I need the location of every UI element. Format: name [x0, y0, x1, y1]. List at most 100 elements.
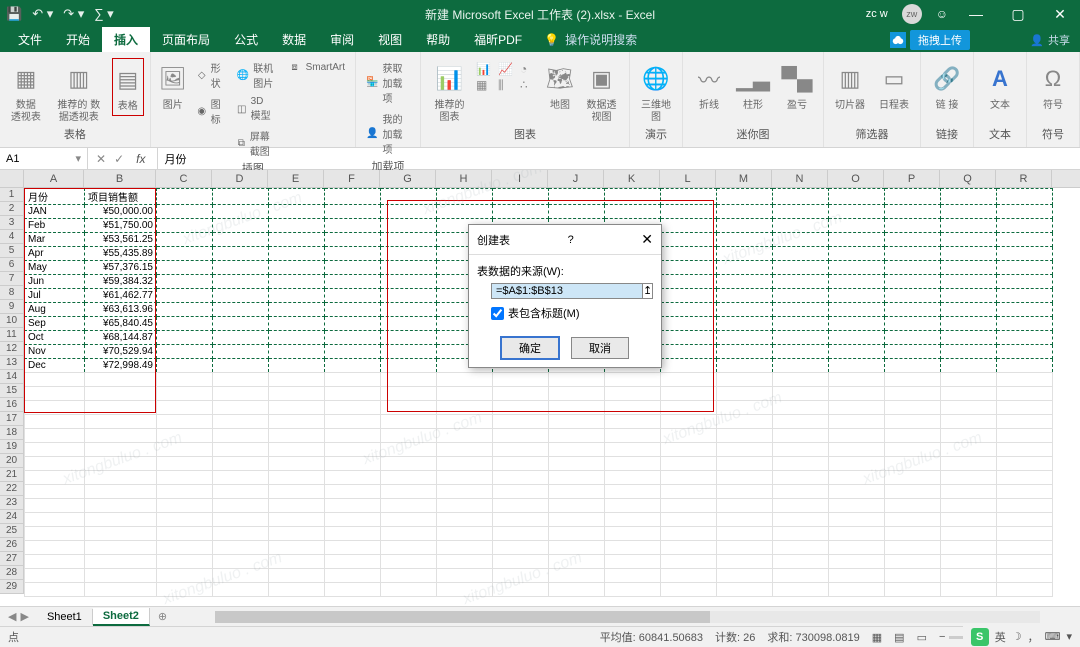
- chart-pie-icon[interactable]: ◔: [520, 62, 540, 76]
- cell[interactable]: [717, 261, 773, 275]
- cell[interactable]: [885, 205, 941, 219]
- cell[interactable]: [773, 359, 829, 373]
- row-headers[interactable]: 1234567891011121314151617181920212223242…: [0, 188, 24, 594]
- cell[interactable]: 月份: [25, 189, 85, 205]
- cell[interactable]: [85, 485, 157, 499]
- chart-line-icon[interactable]: 📈: [498, 62, 518, 76]
- cell[interactable]: ¥53,561.25: [85, 233, 157, 247]
- cell[interactable]: [85, 429, 157, 443]
- cell[interactable]: [717, 513, 773, 527]
- cell[interactable]: [381, 189, 437, 205]
- row-header[interactable]: 20: [0, 454, 24, 468]
- cell[interactable]: [157, 569, 213, 583]
- cell[interactable]: [25, 471, 85, 485]
- undo-icon[interactable]: ↶ ▾: [32, 6, 53, 22]
- icons-button[interactable]: ◉图标: [193, 94, 229, 128]
- cell[interactable]: [605, 457, 661, 471]
- cell[interactable]: [829, 457, 885, 471]
- cell[interactable]: [941, 275, 997, 289]
- table-button[interactable]: ▤表格: [112, 58, 144, 116]
- tab-home[interactable]: 开始: [54, 27, 102, 52]
- cell[interactable]: [157, 275, 213, 289]
- cell[interactable]: [213, 541, 269, 555]
- cell[interactable]: [661, 415, 717, 429]
- horizontal-scrollbar[interactable]: [175, 611, 1080, 623]
- cell[interactable]: [605, 205, 661, 219]
- cell[interactable]: [213, 233, 269, 247]
- cell[interactable]: [941, 555, 997, 569]
- cell[interactable]: [381, 415, 437, 429]
- cell[interactable]: [269, 205, 325, 219]
- cell[interactable]: [885, 387, 941, 401]
- row-header[interactable]: 3: [0, 216, 24, 230]
- cell[interactable]: ¥61,462.77: [85, 289, 157, 303]
- cell[interactable]: [325, 541, 381, 555]
- cell[interactable]: [493, 373, 549, 387]
- cell[interactable]: [661, 569, 717, 583]
- cell[interactable]: [549, 457, 605, 471]
- cell[interactable]: [941, 205, 997, 219]
- cell[interactable]: ¥51,750.00: [85, 219, 157, 233]
- sheet-tab-1[interactable]: Sheet1: [37, 609, 93, 625]
- cell[interactable]: [941, 219, 997, 233]
- cell[interactable]: [773, 205, 829, 219]
- cell[interactable]: [381, 541, 437, 555]
- cell[interactable]: [885, 373, 941, 387]
- cell[interactable]: [25, 583, 85, 597]
- table-row[interactable]: [25, 513, 1053, 527]
- cell[interactable]: [717, 289, 773, 303]
- cell[interactable]: [437, 457, 493, 471]
- cell[interactable]: [157, 331, 213, 345]
- cell[interactable]: [549, 499, 605, 513]
- view-layout-icon[interactable]: ▤: [894, 631, 904, 644]
- cell[interactable]: Mar: [25, 233, 85, 247]
- table-row[interactable]: [25, 485, 1053, 499]
- cell[interactable]: [773, 401, 829, 415]
- cell[interactable]: ¥63,613.96: [85, 303, 157, 317]
- cell[interactable]: [549, 485, 605, 499]
- cell[interactable]: [85, 569, 157, 583]
- cell[interactable]: [381, 555, 437, 569]
- cell[interactable]: [269, 583, 325, 597]
- cell[interactable]: [605, 401, 661, 415]
- cell[interactable]: [829, 541, 885, 555]
- cell[interactable]: [269, 289, 325, 303]
- cell[interactable]: [941, 233, 997, 247]
- cell[interactable]: [661, 261, 717, 275]
- col-header[interactable]: M: [716, 170, 772, 187]
- cell[interactable]: [325, 233, 381, 247]
- cell[interactable]: [269, 541, 325, 555]
- cell[interactable]: Nov: [25, 345, 85, 359]
- cell[interactable]: [269, 485, 325, 499]
- cell[interactable]: [605, 583, 661, 597]
- cell[interactable]: [549, 429, 605, 443]
- cell[interactable]: [381, 205, 437, 219]
- cell[interactable]: [325, 499, 381, 513]
- tell-me-search[interactable]: 💡操作说明搜索: [534, 27, 647, 52]
- cell[interactable]: [437, 527, 493, 541]
- row-header[interactable]: 2: [0, 202, 24, 216]
- cell[interactable]: [493, 443, 549, 457]
- cell[interactable]: [885, 541, 941, 555]
- cell[interactable]: [661, 359, 717, 373]
- cell[interactable]: [213, 289, 269, 303]
- table-row[interactable]: [25, 387, 1053, 401]
- table-row[interactable]: JAN¥50,000.00: [25, 205, 1053, 219]
- cell[interactable]: [437, 569, 493, 583]
- cell[interactable]: [829, 189, 885, 205]
- cell[interactable]: [269, 401, 325, 415]
- cell[interactable]: [269, 261, 325, 275]
- ime-icon[interactable]: S: [971, 628, 989, 646]
- upload-button[interactable]: 拖拽上传: [910, 30, 970, 50]
- cell[interactable]: [157, 541, 213, 555]
- cell[interactable]: [661, 303, 717, 317]
- cell[interactable]: [25, 499, 85, 513]
- chart-hier-icon[interactable]: ▦: [476, 78, 496, 93]
- cell[interactable]: [437, 471, 493, 485]
- cell[interactable]: [25, 569, 85, 583]
- cell[interactable]: [381, 303, 437, 317]
- add-sheet-button[interactable]: ⊕: [150, 610, 175, 623]
- cell[interactable]: [325, 373, 381, 387]
- cell[interactable]: [941, 373, 997, 387]
- cell[interactable]: [773, 457, 829, 471]
